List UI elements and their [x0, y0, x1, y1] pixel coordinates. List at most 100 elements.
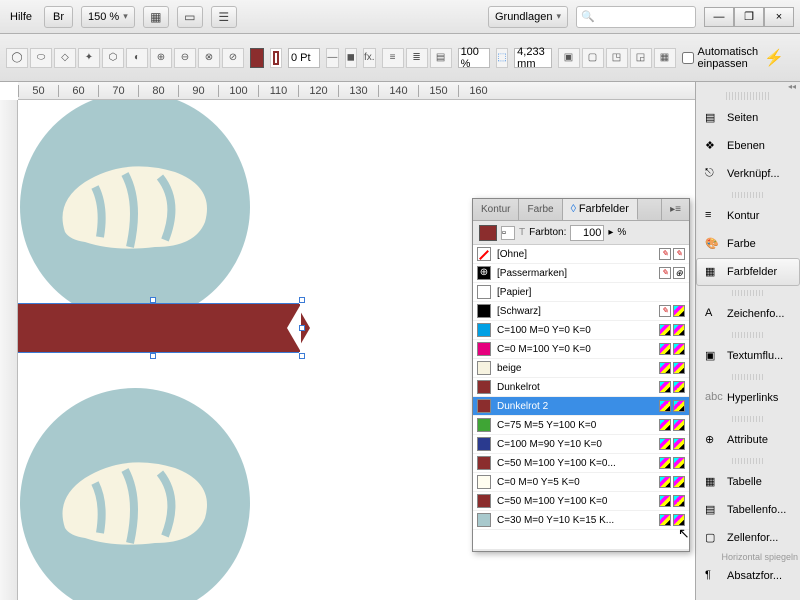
scale-field[interactable]: 100 %	[458, 48, 490, 68]
panel-zellenfor[interactable]: ▢Zellenfor...	[696, 524, 800, 552]
tint-input[interactable]	[570, 225, 604, 241]
logo-circle[interactable]	[20, 388, 250, 600]
restore-button[interactable]: ❐	[734, 7, 764, 27]
panel-zeichenfo[interactable]: AZeichenfo...	[696, 300, 800, 328]
panel-absatzfor[interactable]: ¶Absatzfor...	[696, 562, 800, 590]
swatch-list[interactable]: [Ohne][Passermarken][Papier][Schwarz]C=1…	[473, 245, 689, 549]
fill-swatch[interactable]	[250, 48, 264, 68]
pf-icon[interactable]: ⬭	[30, 48, 52, 68]
swatch-row[interactable]: C=0 M=100 Y=0 K=0	[473, 340, 689, 359]
arrange-icon[interactable]: ☰	[211, 6, 237, 28]
swatch-chip	[477, 475, 491, 489]
logo-circle[interactable]	[20, 92, 250, 322]
autofit-checkbox[interactable]: Automatisch einpassen	[682, 46, 759, 70]
panel-attribute[interactable]: ⊕Attribute	[696, 426, 800, 454]
fit-icon[interactable]: ◲	[630, 48, 652, 68]
swatch-row[interactable]: [Ohne]	[473, 245, 689, 264]
close-button[interactable]: ×	[764, 7, 794, 27]
swatch-row[interactable]: C=100 M=0 Y=0 K=0	[473, 321, 689, 340]
align-icon[interactable]: ≡	[382, 48, 404, 68]
ribbon-selected[interactable]	[8, 304, 298, 352]
dock-collapse-icon[interactable]: ◂◂	[696, 82, 800, 88]
pf-icon[interactable]: ◯	[6, 48, 28, 68]
dock-separator	[732, 332, 764, 338]
constrain-icon[interactable]: ⬚	[496, 48, 508, 68]
autofit-input[interactable]	[682, 52, 694, 64]
ruler-tick: 70	[98, 85, 138, 97]
bridge-button[interactable]: Br	[44, 6, 73, 28]
fit-icon[interactable]: ◳	[606, 48, 628, 68]
workspace-dropdown[interactable]: Grundlagen	[488, 6, 568, 28]
stroke-style-icon[interactable]: —	[326, 48, 338, 68]
quick-apply-icon[interactable]: ⚡	[764, 48, 794, 68]
tab-kontur[interactable]: Kontur	[473, 199, 519, 220]
stroke-weight-field[interactable]: 0 Pt	[288, 48, 320, 68]
minimize-button[interactable]: —	[704, 7, 734, 27]
panel-seiten[interactable]: ▤Seiten	[696, 104, 800, 132]
swatch-indicators	[659, 419, 685, 431]
swatch-name: C=30 M=0 Y=10 K=15 K...	[497, 515, 653, 526]
dock-separator	[732, 416, 764, 422]
screen-mode-icon[interactable]: ▭	[177, 6, 203, 28]
pf-icon[interactable]: ⬡	[102, 48, 124, 68]
align-icon[interactable]: ▤	[430, 48, 452, 68]
panel-tabellenfo[interactable]: ▤Tabellenfo...	[696, 496, 800, 524]
swatch-indicators	[659, 381, 685, 393]
tab-farbe[interactable]: Farbe	[519, 199, 562, 220]
zoom-dropdown[interactable]: 150 %	[81, 6, 135, 28]
fit-icon[interactable]: ▣	[558, 48, 580, 68]
formatting-container-icon[interactable]: ▫	[501, 226, 515, 240]
swatch-row[interactable]: C=50 M=100 Y=100 K=0	[473, 492, 689, 511]
panel-farbfelder[interactable]: ▦Farbfelder	[696, 258, 800, 286]
panel-farbe[interactable]: 🎨Farbe	[696, 230, 800, 258]
pf-icon[interactable]: ⊖	[174, 48, 196, 68]
fit-icon[interactable]: ▢	[582, 48, 604, 68]
panel-verknupf[interactable]: ⎋Verknüpf...	[696, 160, 800, 188]
swatch-row[interactable]: Dunkelrot	[473, 378, 689, 397]
view-options-icon[interactable]: ▦	[143, 6, 169, 28]
stroke-swatch[interactable]	[270, 48, 282, 68]
fx-icon[interactable]: fx.	[363, 48, 376, 68]
swatch-row[interactable]: C=0 M=0 Y=5 K=0	[473, 473, 689, 492]
swatch-row[interactable]: C=100 M=90 Y=10 K=0	[473, 435, 689, 454]
swatch-row[interactable]: C=30 M=0 Y=10 K=15 K...	[473, 511, 689, 530]
drop-shadow-icon[interactable]: ◼	[345, 48, 357, 68]
swatch-row[interactable]: [Papier]	[473, 283, 689, 302]
help-menu[interactable]: Hilfe	[6, 11, 36, 23]
panel-kontur[interactable]: ≡Kontur	[696, 202, 800, 230]
cell-styles-icon: ▢	[705, 531, 721, 545]
layers-icon: ❖	[705, 139, 721, 153]
swatch-row[interactable]: C=75 M=5 Y=100 K=0	[473, 416, 689, 435]
fill-proxy[interactable]	[479, 225, 497, 241]
pf-icon[interactable]: ◐	[126, 48, 148, 68]
align-icon[interactable]: ≣	[406, 48, 428, 68]
tab-farbfelder[interactable]: ◊ Farbfelder	[563, 199, 638, 220]
dock-separator	[732, 290, 764, 296]
swatch-row[interactable]: Dunkelrot 2	[473, 397, 689, 416]
pf-icon[interactable]: ✦	[78, 48, 100, 68]
panel-tabelle[interactable]: ▦Tabelle	[696, 468, 800, 496]
selection-handles[interactable]	[4, 300, 302, 356]
dock-grip[interactable]	[726, 92, 770, 100]
pf-icon[interactable]: ◇	[54, 48, 76, 68]
dim-field[interactable]: 4,233 mm	[514, 48, 551, 68]
swatch-row[interactable]: [Schwarz]	[473, 302, 689, 321]
panel-menu-icon[interactable]: ▸≡	[661, 199, 689, 220]
swatch-chip	[477, 399, 491, 413]
panel-tabs: Kontur Farbe ◊ Farbfelder ▸≡	[473, 199, 689, 221]
pf-icon[interactable]: ⊘	[222, 48, 244, 68]
panel-ebenen[interactable]: ❖Ebenen	[696, 132, 800, 160]
panel-textumflu[interactable]: ▣Textumflu...	[696, 342, 800, 370]
swatch-row[interactable]: [Passermarken]	[473, 264, 689, 283]
pf-icon[interactable]: ⊗	[198, 48, 220, 68]
swatch-row[interactable]: beige	[473, 359, 689, 378]
pf-icon[interactable]: ⊕	[150, 48, 172, 68]
ruler-tick: 140	[378, 85, 418, 97]
swatch-indicators	[659, 400, 685, 412]
panel-hyperlinks[interactable]: abcHyperlinks	[696, 384, 800, 412]
swatches-panel[interactable]: Kontur Farbe ◊ Farbfelder ▸≡ ▫ T Farbton…	[472, 198, 690, 552]
autofit-label: Automatisch einpassen	[698, 46, 759, 70]
swatch-row[interactable]: C=50 M=100 Y=100 K=0...	[473, 454, 689, 473]
search-field[interactable]	[576, 6, 696, 28]
fit-icon[interactable]: ▦	[654, 48, 676, 68]
